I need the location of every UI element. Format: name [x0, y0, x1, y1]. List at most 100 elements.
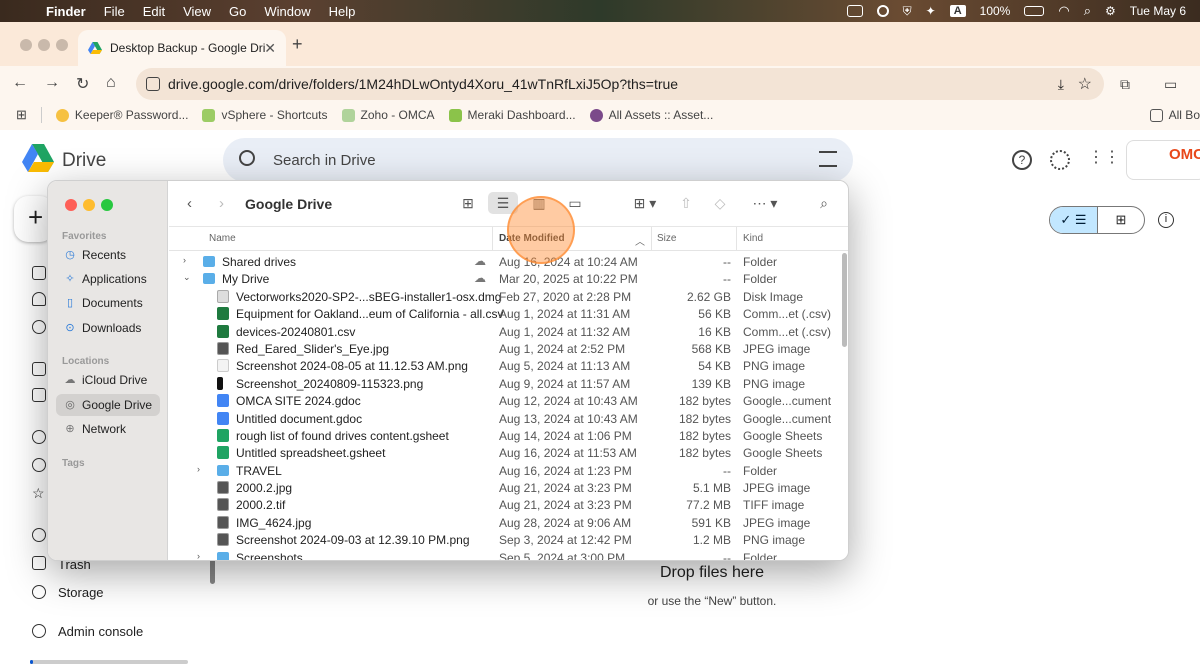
column-kind[interactable]: Kind — [743, 233, 763, 244]
tab-desktop-backup[interactable]: Desktop Backup - Google Dri ✕ — [78, 30, 286, 66]
column-divider[interactable] — [651, 227, 652, 251]
computers-icon[interactable] — [32, 388, 46, 402]
bookmark-all-bookmarks[interactable]: All Bo — [1149, 108, 1200, 122]
file-row[interactable]: › TRAVEL Aug 16, 2024 at 1:23 PM -- Folder — [169, 462, 848, 479]
file-row[interactable]: Untitled spreadsheet.gsheet Aug 16, 2024 … — [169, 444, 848, 461]
file-row[interactable]: 2000.2.jpg Aug 21, 2024 at 3:23 PM 5.1 MB J… — [169, 479, 848, 496]
window-minimize-button[interactable] — [38, 39, 50, 51]
tag-icon[interactable]: ◇ — [705, 192, 735, 214]
input-source-badge[interactable]: A — [949, 5, 966, 17]
sidebar-item-documents[interactable]: ▯ Documents — [56, 292, 160, 314]
menu-edit[interactable]: Edit — [143, 4, 165, 19]
control-center-icon[interactable]: ⚙ — [1105, 4, 1116, 18]
back-arrow-icon[interactable]: ← — [12, 74, 28, 92]
file-row[interactable]: OMCA SITE 2024.gdoc Aug 12, 2024 at 10:43… — [169, 392, 848, 409]
file-row[interactable]: Screenshot_20240809-115323.png Aug 9, 202… — [169, 375, 848, 392]
file-row[interactable]: Vectorworks2020-SP2-...sBEG-installer1-o… — [169, 288, 848, 305]
disclosure-chevron-right-icon[interactable]: › — [183, 255, 186, 265]
file-row[interactable]: Screenshot 2024-09-03 at 12.39.10 PM.png… — [169, 531, 848, 548]
bookmark-star-icon[interactable]: ☆ — [1078, 74, 1092, 94]
shared-with-me-icon[interactable] — [32, 430, 46, 444]
search-filters-icon[interactable] — [819, 151, 837, 167]
forward-arrow-icon[interactable]: → — [44, 74, 60, 92]
finder-zoom-button[interactable] — [101, 199, 113, 211]
search-icon[interactable] — [239, 150, 255, 166]
menu-go[interactable]: Go — [229, 4, 246, 19]
home-icon[interactable]: ⌂ — [106, 74, 116, 92]
drive-search-bar[interactable]: Search in Drive — [223, 138, 853, 182]
file-row[interactable]: Red_Eared_Slider's_Eye.jpg Aug 1, 2024 at… — [169, 340, 848, 357]
battery-icon[interactable] — [1024, 6, 1045, 16]
cloud-download-icon[interactable]: ☁ — [474, 254, 486, 268]
column-divider[interactable] — [736, 227, 737, 251]
starred-icon[interactable]: ☆ — [32, 486, 46, 500]
bookmark-meraki[interactable]: Meraki Dashboard... — [448, 108, 576, 122]
install-app-icon[interactable]: ⤓ — [1058, 76, 1064, 93]
column-divider[interactable] — [492, 227, 493, 251]
back-chevron-icon[interactable]: ‹ — [187, 195, 192, 212]
search-icon[interactable]: ⌕ — [809, 192, 839, 214]
menu-window[interactable]: Window — [264, 4, 310, 19]
sidebar-item-network[interactable]: ⊕ Network — [56, 418, 160, 440]
admin-console-icon[interactable] — [32, 624, 46, 638]
address-url[interactable]: drive.google.com/drive/folders/1M24hDLwO… — [168, 76, 678, 92]
column-name[interactable]: Name — [209, 233, 236, 244]
finder-close-button[interactable] — [65, 199, 77, 211]
extensions-puzzle-icon[interactable]: ⧉ — [1120, 76, 1130, 93]
window-close-button[interactable] — [20, 39, 32, 51]
file-row[interactable]: rough list of found drives content.gshee… — [169, 427, 848, 444]
spotlight-search-icon[interactable]: ⌕ — [1084, 3, 1091, 19]
list-layout-button[interactable]: ✓ ☰ — [1050, 207, 1097, 233]
bookmark-keeper[interactable]: Keeper® Password... — [55, 108, 188, 122]
file-row[interactable]: Untitled document.gdoc Aug 13, 2024 at 10… — [169, 410, 848, 427]
disclosure-chevron-right-icon[interactable]: › — [197, 464, 200, 474]
cloud-download-icon[interactable]: ☁ — [474, 271, 486, 285]
grid-layout-button[interactable]: ⊞ — [1096, 207, 1144, 233]
file-row[interactable]: › Shared drives ☁ Aug 16, 2024 at 10:24 AM -… — [169, 253, 848, 270]
more-actions-icon[interactable]: ⋯ ▾ — [745, 192, 785, 214]
sort-chevron-up-icon[interactable]: ︿ — [635, 233, 645, 248]
window-zoom-button[interactable] — [56, 39, 68, 51]
icon-view-icon[interactable]: ⊞ — [453, 192, 483, 214]
menu-file[interactable]: File — [104, 4, 125, 19]
menu-help[interactable]: Help — [329, 4, 356, 19]
bookmark-vsphere[interactable]: vSphere - Shortcuts — [202, 108, 328, 122]
site-info-icon[interactable] — [146, 77, 160, 91]
home-icon[interactable] — [32, 266, 46, 280]
file-row[interactable]: ⌄ My Drive ☁ Mar 20, 2025 at 10:22 PM -- Fold… — [169, 270, 848, 287]
tab-close-icon[interactable]: ✕ — [264, 40, 276, 57]
drop-zone[interactable]: Drop files here or use the “New” button. — [600, 564, 824, 608]
file-row[interactable]: devices-20240801.csv Aug 1, 2024 at 11:32… — [169, 323, 848, 340]
cast-icon[interactable]: ▭ — [1164, 76, 1177, 93]
workspaces-icon[interactable] — [32, 320, 46, 334]
bookmark-all-assets[interactable]: All Assets :: Asset... — [589, 108, 713, 122]
sidebar-item-storage[interactable]: Storage — [58, 585, 104, 600]
menu-app-finder[interactable]: Finder — [46, 4, 86, 19]
account-logo[interactable]: OMCA. — [1126, 140, 1200, 180]
disclosure-chevron-right-icon[interactable]: › — [197, 551, 200, 560]
reload-icon[interactable]: ↻ — [76, 74, 89, 94]
sidebar-item-recents[interactable]: ◷ Recents — [56, 244, 160, 266]
settings-gear-icon[interactable] — [1050, 150, 1070, 170]
address-bar[interactable]: drive.google.com/drive/folders/1M24hDLwO… — [136, 68, 1104, 100]
trash-icon[interactable] — [32, 556, 46, 570]
sidebar-item-google-drive[interactable]: ◎ Google Drive — [56, 394, 160, 416]
file-row[interactable]: Equipment for Oakland...eum of Californi… — [169, 305, 848, 322]
menubar-clock[interactable]: Tue May 6 — [1130, 4, 1186, 18]
bird-icon[interactable]: ✦ — [926, 4, 936, 18]
finder-minimize-button[interactable] — [83, 199, 95, 211]
shield-icon[interactable]: ⛨ — [903, 4, 912, 19]
share-icon[interactable]: ⇧ — [671, 192, 701, 214]
apps-grid-icon[interactable]: ⊞ — [16, 107, 27, 123]
record-icon[interactable] — [876, 5, 889, 17]
sidebar-item-downloads[interactable]: ⊙ Downloads — [56, 317, 160, 339]
file-row[interactable]: 2000.2.tif Aug 21, 2024 at 3:23 PM 77.2 MB… — [169, 496, 848, 513]
disclosure-chevron-down-icon[interactable]: ⌄ — [183, 272, 191, 283]
column-size[interactable]: Size — [657, 233, 676, 244]
apple-menu-icon[interactable] — [16, 3, 30, 19]
file-row[interactable]: IMG_4624.jpg Aug 28, 2024 at 9:06 AM 591 K… — [169, 514, 848, 531]
help-icon[interactable]: ? — [1012, 150, 1032, 170]
menu-view[interactable]: View — [183, 4, 211, 19]
my-drive-icon[interactable] — [32, 362, 46, 376]
wifi-icon[interactable]: ◠ — [1058, 3, 1069, 19]
